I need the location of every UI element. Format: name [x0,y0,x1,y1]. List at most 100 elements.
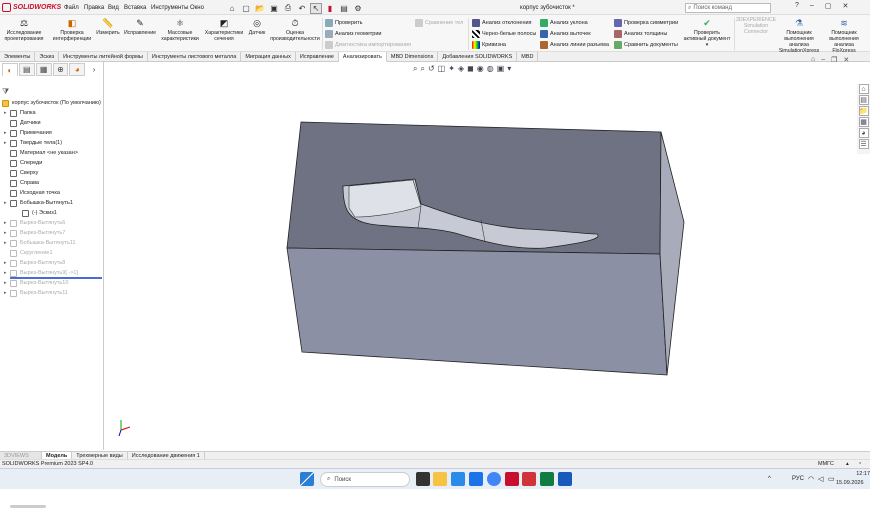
tree-item[interactable]: ▸ Папка [4,108,36,118]
appearances-icon[interactable]: ◕ [858,128,869,138]
tab-sketch[interactable]: Эскиз [35,52,60,62]
tree-item[interactable]: Материал <не указан> [4,148,78,158]
thickness-analysis-button[interactable]: Анализ толщины [614,28,667,39]
previous-view-icon[interactable]: ↺ [428,64,435,74]
taskbar-search-input[interactable]: ⌕ Поиск [320,472,410,487]
undo-icon[interactable]: ↶ [296,3,308,14]
tab-features[interactable]: Элементы [0,52,36,62]
hide-show-icon[interactable]: ◉ [477,64,484,74]
tab-solidworks-addins[interactable]: Добавления SOLIDWORKS [438,52,518,62]
tree-item[interactable]: ▸ Вырез-Вытянуть7 [4,228,65,238]
search-commands-input[interactable]: ⌕ Поиск команд [685,3,771,13]
graphics-area[interactable] [105,62,857,450]
solidworks-taskbar-icon[interactable] [505,472,519,486]
edge-icon[interactable] [451,472,465,486]
tab-mbd-dimensions[interactable]: MBD Dimensions [387,52,439,62]
parting-line-analysis-button[interactable]: Анализ линии разъема [540,39,609,50]
tree-root-part[interactable]: корпус зубочисток (По умолчанию) [2,98,101,108]
chrome-icon[interactable] [487,472,501,486]
select-icon[interactable]: ↖ [310,2,322,14]
save-icon[interactable]: ▣ [268,3,280,14]
tree-item[interactable]: Сверху [4,168,38,178]
volume-icon[interactable]: ◁ [818,475,823,483]
compare-bodies-button[interactable]: Сравнение тел [415,17,463,28]
view-orientation-icon[interactable]: ◈ [458,64,464,74]
store-icon[interactable] [469,472,483,486]
minimize-icon[interactable]: – [810,2,814,10]
language-indicator[interactable]: РУС [792,476,804,482]
viewport-close-icon[interactable]: ✕ [843,56,849,64]
tab-mbd[interactable]: MBD [517,52,539,62]
maximize-icon[interactable]: ▢ [825,2,832,10]
check-button[interactable]: Проверить [325,17,363,28]
compare-documents-button[interactable]: Сравнить документы [614,39,678,50]
tree-item[interactable]: ▸ Вырез-Вытянуть11 [4,288,68,298]
interference-check-button[interactable]: ◧ Проверка интерференции [52,17,92,43]
deviation-analysis-button[interactable]: Анализ отклонения [472,17,532,28]
home-icon[interactable]: ⌂ [226,3,238,14]
clock-time[interactable]: 12:17 [846,471,870,477]
mass-properties-button[interactable]: ⚛ Массовые характеристики [160,17,200,43]
tab-mold-tools[interactable]: Инструменты литейной формы [59,52,148,62]
tree-item[interactable]: Исходная точка [4,188,60,198]
tree-item[interactable]: ▸ Вырез-Вытянуть6 [4,218,65,228]
viewport-minimize-icon[interactable]: – [821,56,825,64]
section-properties-button[interactable]: ◩ Характеристики сечения [202,17,246,43]
viewport-home-icon[interactable]: ⌂ [811,56,815,64]
rollback-bar[interactable] [10,277,102,279]
display-style-icon[interactable]: ◼ [467,64,474,74]
edit-appearance-icon[interactable]: ◍ [487,64,494,74]
clock-date[interactable]: 15.09.2026 [836,480,864,486]
new-document-icon[interactable]: ▢ [240,3,252,14]
custom-properties-icon[interactable]: ☰ [858,139,869,149]
tree-item[interactable]: ▸ Вырез-Вытянуть10 [4,278,68,288]
tree-item[interactable]: ▸ Вырез-Вытянуть8 [4,258,65,268]
help-icon[interactable]: ? [795,2,799,10]
section-view-icon[interactable]: ◫ [438,64,446,74]
options-gear-icon[interactable]: ⚙ [352,3,364,14]
file-properties-icon[interactable]: ▤ [338,3,350,14]
measure-button[interactable]: 📏 Измерить [94,17,122,37]
geometry-analysis-button[interactable]: Анализ геометрии [325,28,381,39]
close-icon[interactable]: ✕ [842,2,848,10]
rebuild-icon[interactable]: ▮ [324,3,336,14]
import-diagnostics-button[interactable]: Диагностика импортирования [325,39,411,50]
tree-item[interactable]: Датчики [4,118,41,128]
zebra-stripes-button[interactable]: Черно-белые полосы [472,28,536,39]
dynamic-annotation-icon[interactable]: ✦ [448,64,455,74]
floxpress-button[interactable]: ≋ Помощник выполнения анализа FloXpress [822,17,866,55]
zoom-to-area-icon[interactable]: ⌕ [420,64,424,74]
3dexperience-connector-button[interactable]: 3DEXPERIENCE Simulation Connector [736,17,776,35]
sensor-button[interactable]: ◎ Датчик [246,17,268,37]
tree-item[interactable]: ▸ Бобышка-Вытянуть1 [4,198,73,208]
view-palette-icon[interactable]: ▦ [858,117,869,127]
start-icon[interactable] [300,472,314,486]
curvature-button[interactable]: Кривизна [472,39,506,50]
tray-chevron-icon[interactable]: ^ [768,476,771,482]
tab-data-migration[interactable]: Миграция данных [241,52,296,62]
tab-sheet-metal[interactable]: Инструменты листового металла [148,52,242,62]
menu-view[interactable]: Вид [108,3,119,13]
undercut-analysis-button[interactable]: Анализ выточек [540,28,591,39]
menu-insert[interactable]: Вставка [124,3,146,13]
wifi-icon[interactable]: ◠ [808,475,814,483]
tab-evaluate[interactable]: Анализировать [338,52,387,62]
simulationxpress-button[interactable]: ⚗ Помощник выполнения анализа SimulationX… [778,17,820,55]
performance-evaluation-button[interactable]: ⏱ Оценка производительности [268,17,322,43]
tree-item[interactable]: Справа [4,178,39,188]
open-icon[interactable]: 📂 [254,3,266,14]
tab-repair[interactable]: Исправление [296,52,339,62]
view-settings-icon[interactable]: ▾ [507,64,511,74]
zoom-to-fit-icon[interactable]: ⌕ [413,64,417,74]
tree-item[interactable]: ▸ Бобышка-Вытянуть11 [4,238,76,248]
solidworks-logo[interactable]: SOLIDWORKS [2,2,61,13]
excel-icon[interactable] [540,472,554,486]
tree-item[interactable]: ▸ Твердые тела(1) [4,138,62,148]
battery-icon[interactable]: ▭ [828,475,835,483]
viewport-restore-icon[interactable]: ❐ [831,56,837,64]
word-icon[interactable] [558,472,572,486]
apply-scene-icon[interactable]: ▣ [497,64,505,74]
tree-item[interactable]: (-) Эскиз1 [16,208,57,218]
print-icon[interactable]: ⎙ [282,3,294,14]
repair-button[interactable]: ✎ Исправление [122,17,158,37]
